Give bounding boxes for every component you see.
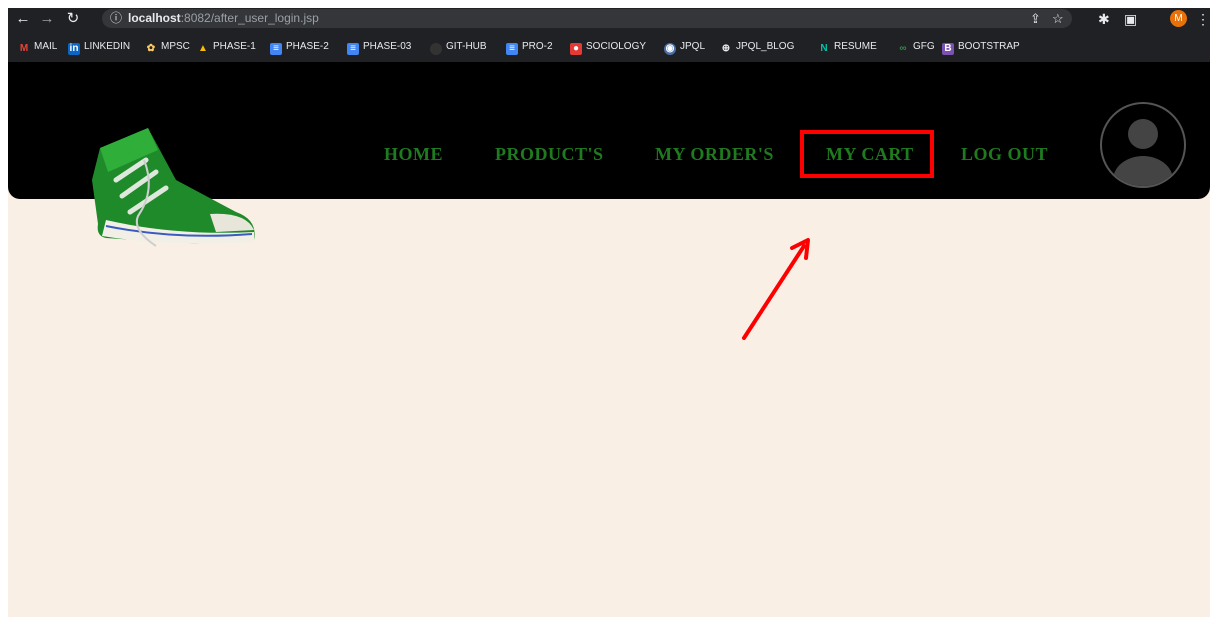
bookmark-resume[interactable]: N RESUME xyxy=(818,39,876,55)
globe-icon: ⊕ xyxy=(721,43,731,54)
docs-icon: ≡ xyxy=(347,43,359,55)
github-icon: ● xyxy=(430,43,442,55)
side-panel-icon[interactable]: ▣ xyxy=(1124,10,1137,28)
share-icon[interactable]: ⇪ xyxy=(1030,11,1041,26)
docs-icon: ≡ xyxy=(506,43,518,55)
bookmark-mail[interactable]: M MAIL xyxy=(18,39,58,55)
bookmark-phase-03[interactable]: ≡ PHASE-03 xyxy=(347,39,411,55)
browser-toolbar: ← → ↻ ⓘ localhost:8082/after_user_login.… xyxy=(8,8,1210,30)
linkedin-icon: in xyxy=(68,43,80,55)
drive-icon: ▲ xyxy=(198,43,208,54)
notion-icon: N xyxy=(820,43,828,54)
bookmark-phase-1[interactable]: ▲ PHASE-1 xyxy=(197,39,256,55)
user-profile-icon[interactable] xyxy=(1100,102,1186,188)
bookmark-git-hub[interactable]: ● GIT-HUB xyxy=(430,39,487,55)
bookmark-jpql-blog[interactable]: ⊕ JPQL_BLOG xyxy=(720,39,795,55)
url-host: localhost xyxy=(128,11,181,25)
profile-avatar[interactable]: M xyxy=(1170,10,1187,27)
star-bookmark-icon[interactable]: ☆ xyxy=(1052,11,1064,26)
url-text[interactable]: localhost:8082/after_user_login.jsp xyxy=(128,11,319,26)
site-info-icon[interactable]: ⓘ xyxy=(110,11,122,26)
bootstrap-icon: B xyxy=(942,43,954,55)
sociology-icon: ● xyxy=(570,43,582,55)
bookmarks-bar: M MAIL in LINKEDIN ✿ MPSC ▲ PHASE-1 ≡ PHASE-2… xyxy=(8,36,1210,58)
bookmark-pro-2[interactable]: ≡ PRO-2 xyxy=(506,39,553,55)
back-arrow-icon[interactable]: ← xyxy=(14,10,32,28)
forward-arrow-icon[interactable]: → xyxy=(38,10,56,28)
browser-chrome: ← → ↻ ⓘ localhost:8082/after_user_login.… xyxy=(8,8,1210,62)
reload-icon[interactable]: ↻ xyxy=(64,10,82,28)
red-arrow-annotation xyxy=(742,238,810,340)
jpql-icon: ◉ xyxy=(664,43,676,55)
nav-home-link[interactable]: HOME xyxy=(384,144,443,165)
bookmark-bootstrap[interactable]: B BOOTSTRAP xyxy=(942,39,1020,55)
extensions-puzzle-icon[interactable]: ✱ xyxy=(1098,10,1110,28)
bookmark-mpsc[interactable]: ✿ MPSC xyxy=(145,39,190,55)
bookmark-linkedin[interactable]: in LINKEDIN xyxy=(68,39,130,55)
nav-my-orders-link[interactable]: MY ORDER'S xyxy=(655,144,774,165)
emblem-icon: ✿ xyxy=(146,43,156,54)
gmail-icon: M xyxy=(19,43,29,54)
my-cart-highlight-box xyxy=(800,130,934,178)
sneaker-logo-icon xyxy=(92,128,255,247)
address-bar[interactable]: ⓘ localhost:8082/after_user_login.jsp ⇪ … xyxy=(102,9,1072,28)
url-path: :8082/after_user_login.jsp xyxy=(180,11,319,25)
gfg-icon: ∞ xyxy=(899,43,907,54)
bookmark-gfg[interactable]: ∞ GFG xyxy=(897,39,934,55)
page-body: HOME PRODUCT'S MY ORDER'S MY CART LOG OU… xyxy=(8,62,1210,617)
nav-logout-link[interactable]: LOG OUT xyxy=(961,144,1048,165)
kebab-menu-icon[interactable]: ⋮ xyxy=(1196,10,1210,28)
bookmark-sociology[interactable]: ● SOCIOLOGY xyxy=(570,39,646,55)
bookmark-phase-2[interactable]: ≡ PHASE-2 xyxy=(270,39,329,55)
bookmark-jpql[interactable]: ◉ JPQL xyxy=(664,39,705,55)
nav-products-link[interactable]: PRODUCT'S xyxy=(495,144,604,165)
docs-icon: ≡ xyxy=(270,43,282,55)
